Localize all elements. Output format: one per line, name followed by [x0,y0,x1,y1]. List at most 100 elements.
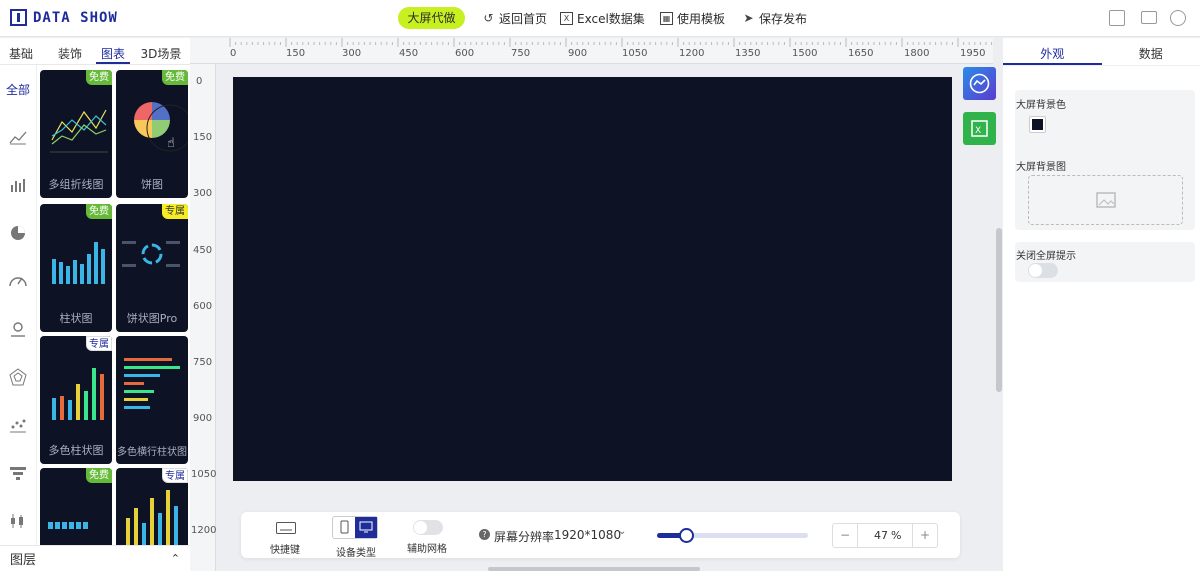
zoom-value[interactable]: 47 [874,529,888,542]
card-multi-line-chart[interactable]: 免费 多组折线图 [40,70,112,198]
device-type-switch[interactable] [332,516,378,539]
ruler-label: 1050 [191,469,217,480]
badge-exclusive: 专属 [162,204,188,219]
card-label: 多组折线图 [48,178,104,191]
funnel-icon[interactable] [0,449,36,497]
zoom-minus-button[interactable]: − [833,524,858,547]
assistant-button[interactable] [963,67,996,100]
card-multicolor-horizontal-bar[interactable]: 多色横行柱状图 [116,336,188,464]
template-label: 使用模板 [677,12,726,26]
zoom-unit: % [891,529,902,542]
card-label: 多色柱状图 [48,444,104,457]
grid-label: 辅助网格 [407,544,447,555]
candlestick-icon[interactable] [0,497,36,545]
radar-chart-icon[interactable] [0,353,36,401]
resolution-value[interactable]: 1920*1080 [554,528,621,542]
tab-charts[interactable]: 图表 [96,38,130,64]
excel-import-button[interactable]: X [963,112,996,145]
help-icon[interactable]: ? [479,529,490,540]
publish-label: 保存发布 [759,12,808,26]
card-pie-chart[interactable]: 免费 饼图 [116,70,188,198]
zoom-slider[interactable] [657,528,808,543]
properties-panel: 外观 数据 大屏背景色 大屏背景图 关闭全屏提示 [1003,38,1200,571]
zoom-plus-button[interactable]: + [912,524,937,547]
layers-bar[interactable]: 图层 ⌃ [0,545,190,571]
card-bar-chart[interactable]: 免费 柱状图 [40,204,112,332]
mail-icon[interactable] [1141,11,1157,24]
home-button[interactable]: ↺ 返回首页 [482,10,547,27]
template-icon: ▦ [660,12,673,25]
phone-icon[interactable] [333,517,355,538]
svg-text:X: X [975,126,981,136]
screen-canvas[interactable] [233,77,952,481]
gauge-icon[interactable] [0,257,36,305]
badge-free: 免费 [162,70,188,85]
user-icon[interactable] [1170,10,1186,26]
excel-icon: X [560,12,573,25]
ruler-label: 600 [193,301,213,312]
badge-free: 免费 [86,204,112,219]
ruler-label: 1200 [191,525,217,536]
properties-tabs: 外观 数据 [1003,38,1200,66]
shortcut-label[interactable]: 快捷键 [270,541,300,556]
fullscreen-tip-toggle[interactable] [1028,263,1058,278]
bottom-toolbar: 快捷键 设备类型 辅助网格 ? 屏幕分辨率 1920*1080 ⌄ − 47 %… [241,512,960,559]
ruler-label: 0 [196,76,203,87]
top-toolbar: DATA SHOW 大屏代做 ↺ 返回首页 X Excel数据集 ▦ 使用模板 … [0,0,1200,37]
hand-cursor-icon: ☝ [167,136,175,151]
desktop-icon[interactable] [355,517,377,538]
device-type-label: 设备类型 [336,548,376,559]
keyboard-icon[interactable] [276,522,296,534]
ruler-label: 900 [568,48,588,59]
home-label: 返回首页 [499,12,548,26]
ruler-label: 900 [193,413,213,424]
badge-exclusive: 专属 [86,336,112,351]
zoom-stepper: − 47 % + [832,523,938,548]
badge-free: 免费 [86,468,112,483]
chevron-down-icon[interactable]: ⌄ [618,526,626,537]
promo-button[interactable]: 大屏代做 [398,7,465,29]
tab-3d-scene[interactable]: 3D场景 [136,38,186,64]
bg-color-swatch[interactable] [1029,116,1046,133]
tab-data[interactable]: 数据 [1102,38,1200,65]
ruler-label: 450 [193,245,213,256]
map-pin-icon[interactable] [0,305,36,353]
card-pie-pro[interactable]: 专属 饼状图Pro [116,204,188,332]
tab-appearance[interactable]: 外观 [1003,38,1102,65]
save-publish-button[interactable]: ➤ 保存发布 [742,10,807,27]
tab-basic[interactable]: 基础 [0,38,42,64]
clipboard-icon[interactable] [1109,10,1125,26]
bg-image-upload[interactable] [1028,175,1183,225]
fullscreen-tip-label: 关闭全屏提示 [1016,251,1076,262]
grid-toggle[interactable] [413,520,443,535]
card-bar-6[interactable]: 免费 [40,468,112,545]
pie-chart-icon[interactable] [0,209,36,257]
bar-chart-icon[interactable] [0,161,36,209]
chevron-up-icon[interactable]: ⌃ [171,552,180,565]
category-column: 全部 [0,65,37,545]
layers-label: 图层 [10,553,37,568]
excel-dataset-button[interactable]: X Excel数据集 [560,10,645,27]
logo-icon [10,9,27,26]
ruler-label: 450 [399,48,419,59]
ruler-label: 1650 [848,48,874,59]
card-label: 饼图 [141,178,163,191]
zoom-slider-handle[interactable] [678,528,694,543]
logo-text: DATA SHOW [33,9,118,26]
ruler-label: 0 [230,48,237,59]
horizontal-scrollbar[interactable] [488,567,700,571]
tab-decoration[interactable]: 装饰 [50,38,90,64]
line-chart-icon[interactable] [0,113,36,161]
card-multicolor-bar[interactable]: 专属 多色柱状图 [40,336,112,464]
ruler-label: 750 [193,357,213,368]
card-bar-7[interactable]: 专属 [116,468,188,545]
badge-exclusive: 专属 [162,468,188,483]
app-logo[interactable]: DATA SHOW [10,9,118,26]
vertical-scrollbar[interactable] [996,228,1002,392]
scatter-chart-icon[interactable] [0,401,36,449]
horizontal-bar-thumbnail [124,358,180,409]
ruler-label: 600 [455,48,475,59]
use-template-button[interactable]: ▦ 使用模板 [660,10,725,27]
image-icon [1095,192,1116,208]
category-all[interactable]: 全部 [0,65,36,113]
